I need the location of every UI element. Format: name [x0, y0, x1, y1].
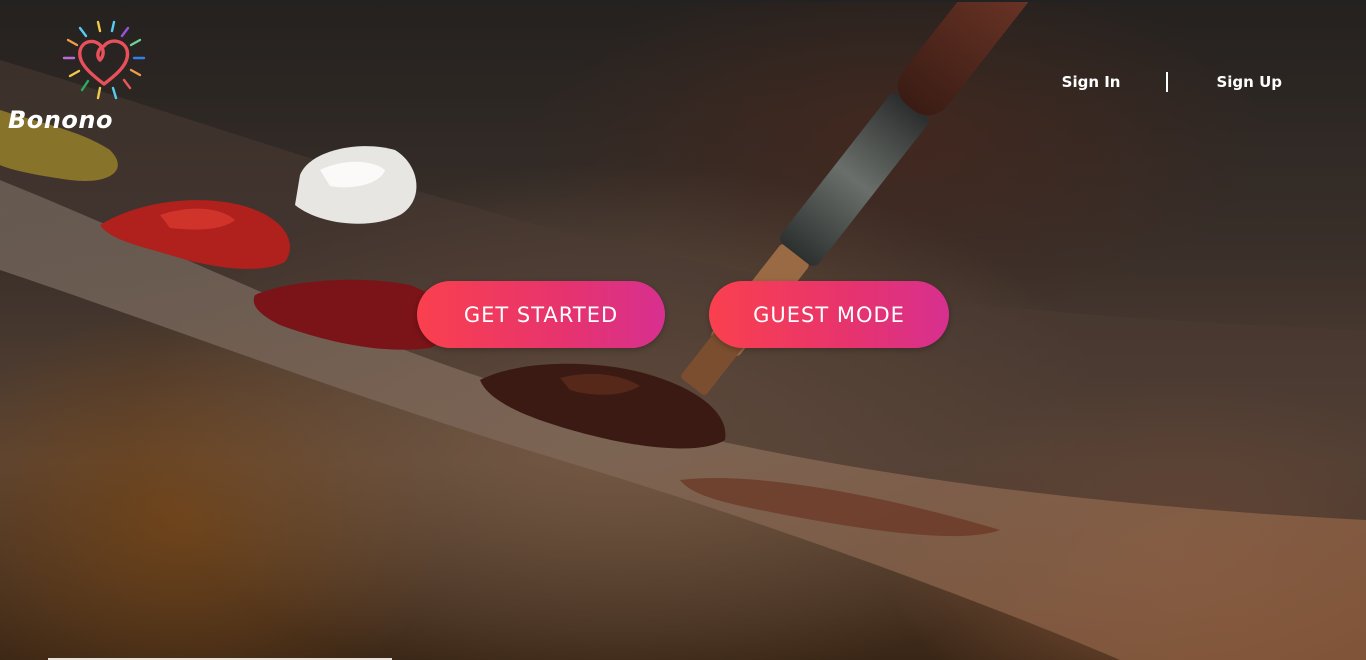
nav-divider [1166, 72, 1169, 92]
guest-mode-button[interactable]: GUEST MODE [709, 281, 949, 348]
palette-brush-illustration [0, 0, 1366, 660]
hero-background: Bonono Sign In Sign Up GET STARTED GUEST… [0, 0, 1366, 660]
sign-up-link[interactable]: Sign Up [1216, 73, 1282, 91]
brand-logo[interactable]: Bonono [6, 18, 146, 138]
top-border [0, 0, 1366, 2]
sign-in-link[interactable]: Sign In [1062, 73, 1121, 91]
heart-burst-icon [62, 20, 146, 100]
brand-name: Bonono [8, 106, 113, 134]
auth-nav: Sign In Sign Up [1062, 68, 1282, 96]
get-started-button[interactable]: GET STARTED [417, 281, 665, 348]
